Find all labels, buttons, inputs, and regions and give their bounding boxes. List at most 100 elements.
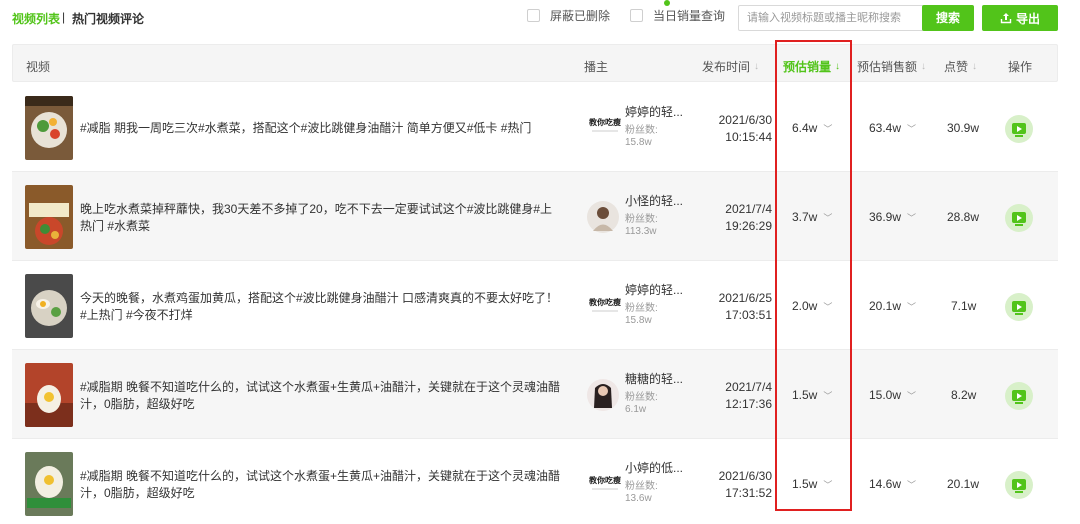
tab-hot-comments[interactable]: 热门视频评论: [72, 10, 144, 27]
chevron-down-icon[interactable]: ﹀: [823, 478, 832, 491]
author-name[interactable]: 小怪的轻...: [625, 192, 683, 209]
sort-arrow-icon[interactable]: ↓: [921, 61, 926, 72]
video-thumbnail[interactable]: [25, 363, 73, 427]
est-revenue-value: 15.0w: [869, 388, 902, 402]
export-button[interactable]: 导出: [982, 5, 1058, 31]
author-name[interactable]: 婷婷的轻...: [625, 103, 683, 120]
est-revenue[interactable]: 63.4w ﹀: [869, 121, 916, 135]
upload-icon: [1000, 13, 1012, 24]
likes-value: 7.1w: [951, 299, 977, 313]
tab-separator: |: [62, 10, 66, 24]
author-name[interactable]: 小婷的低...: [625, 459, 683, 476]
chevron-down-icon[interactable]: ﹀: [907, 300, 916, 313]
col-video: 视频: [26, 60, 51, 74]
search-button[interactable]: 搜索: [922, 5, 974, 31]
publish-date-day: 2021/7/4: [725, 380, 772, 394]
daily-sales-label: 当日销量查询: [653, 9, 726, 23]
fans-count: 15.8w: [625, 137, 652, 148]
chevron-down-icon[interactable]: ﹀: [823, 389, 832, 402]
fans-label: 粉丝数:: [625, 303, 658, 314]
col-est-revenue[interactable]: 预估销售额 ↓: [857, 58, 926, 75]
sort-arrow-icon[interactable]: ↓: [972, 61, 977, 72]
table-row[interactable]: #减脂期 晚餐不知道吃什么的，试试这个水煮蛋+生黄瓜+油醋汁，关键就在于这个灵魂…: [12, 350, 1058, 439]
est-sales-value: 2.0w: [792, 299, 818, 313]
chevron-down-icon[interactable]: ﹀: [823, 122, 832, 135]
author-logo: 教你吃瘦: [586, 109, 624, 143]
checkbox-box[interactable]: [630, 9, 643, 22]
publish-date-day: 2021/6/25: [718, 291, 772, 305]
est-sales[interactable]: 1.5w ﹀: [792, 388, 832, 402]
chevron-down-icon[interactable]: ﹀: [823, 211, 832, 224]
author-logo: 教你吃瘦: [586, 467, 624, 501]
chevron-down-icon[interactable]: ﹀: [907, 211, 916, 224]
likes-value: 8.2w: [951, 388, 977, 402]
col-author: 播主: [584, 60, 609, 74]
est-revenue[interactable]: 20.1w ﹀: [869, 299, 916, 313]
est-revenue[interactable]: 36.9w ﹀: [869, 210, 916, 224]
sort-arrow-icon[interactable]: ↓: [835, 61, 840, 72]
publish-date-time: 17:31:52: [725, 486, 772, 500]
video-thumbnail[interactable]: [25, 185, 73, 249]
search-input[interactable]: 请输入视频标题或播主昵称搜索: [738, 5, 924, 31]
hide-deleted-checkbox[interactable]: 屏蔽已删除: [527, 7, 610, 24]
author-logo-text: 教你吃瘦: [588, 117, 621, 127]
video-thumbnail[interactable]: [25, 96, 73, 160]
col-publish-time-label: 发布时间: [702, 60, 751, 74]
daily-sales-checkbox[interactable]: 当日销量查询: [630, 7, 725, 24]
publish-date-time: 10:15:44: [725, 130, 772, 144]
chevron-down-icon[interactable]: ﹀: [907, 389, 916, 402]
fans-count: 13.6w: [625, 493, 652, 504]
publish-date: 2021/6/25 17:03:51: [696, 290, 772, 324]
fans-count: 6.1w: [625, 404, 647, 415]
fans-label: 粉丝数:: [625, 125, 658, 136]
est-sales[interactable]: 1.5w ﹀: [792, 477, 832, 491]
video-thumbnail[interactable]: [25, 452, 73, 516]
chevron-down-icon[interactable]: ﹀: [823, 300, 832, 313]
table-row[interactable]: #减脂 期我一周吃三次#水煮菜，搭配这个#波比跳健身油醋汁 简单方便又#低卡 #…: [12, 83, 1058, 172]
col-publish-time[interactable]: 发布时间 ↓: [702, 58, 759, 75]
est-sales[interactable]: 2.0w ﹀: [792, 299, 832, 313]
est-revenue[interactable]: 14.6w ﹀: [869, 477, 916, 491]
video-title[interactable]: #减脂期 晚餐不知道吃什么的，试试这个水煮蛋+生黄瓜+油醋汁，关键就在于这个灵魂…: [80, 379, 562, 413]
publish-date-time: 19:26:29: [725, 219, 772, 233]
author-name[interactable]: 糖糖的轻...: [625, 370, 683, 387]
est-sales[interactable]: 3.7w ﹀: [792, 210, 832, 224]
tab-video-list[interactable]: 视频列表: [12, 10, 60, 27]
chevron-down-icon[interactable]: ﹀: [907, 122, 916, 135]
est-sales[interactable]: 6.4w ﹀: [792, 121, 832, 135]
author-logo-text: 教你吃瘦: [588, 297, 621, 307]
video-thumbnail[interactable]: [25, 274, 73, 338]
col-est-sales[interactable]: 预估销量 ↓: [783, 58, 840, 75]
video-title[interactable]: #减脂期 晚餐不知道吃什么的，试试这个水煮蛋+生黄瓜+油醋汁，关键就在于这个灵魂…: [80, 468, 562, 502]
est-revenue-value: 20.1w: [869, 299, 902, 313]
fans-label: 粉丝数:: [625, 481, 658, 492]
table-row[interactable]: 晚上吃水煮菜掉秤蘼快，我30天差不多掉了20，吃不下去一定要试试这个#波比跳健身…: [12, 172, 1058, 261]
sort-arrow-icon[interactable]: ↓: [754, 61, 759, 72]
est-revenue-value: 14.6w: [869, 477, 902, 491]
col-likes[interactable]: 点赞 ↓: [944, 58, 977, 75]
chevron-down-icon[interactable]: ﹀: [907, 478, 916, 491]
est-sales-value: 3.7w: [792, 210, 818, 224]
video-title[interactable]: 晚上吃水煮菜掉秤蘼快，我30天差不多掉了20，吃不下去一定要试试这个#波比跳健身…: [80, 201, 562, 235]
notification-dot: [664, 0, 670, 6]
play-video-icon[interactable]: [1005, 382, 1033, 410]
est-sales-value: 6.4w: [792, 121, 818, 135]
table-row[interactable]: 今天的晚餐，水煮鸡蛋加黄瓜，搭配这个#波比跳健身油醋汁 口感清爽真的不要太好吃了…: [12, 261, 1058, 350]
play-video-icon[interactable]: [1005, 115, 1033, 143]
est-revenue[interactable]: 15.0w ﹀: [869, 388, 916, 402]
table-header: 视频 播主 发布时间 ↓ 预估销量 ↓ 预估销售额 ↓ 点赞 ↓ 操作: [12, 44, 1058, 82]
author-logo: 教你吃瘦: [586, 289, 624, 323]
publish-date-time: 12:17:36: [725, 397, 772, 411]
likes-value: 20.1w: [947, 477, 980, 491]
play-video-icon[interactable]: [1005, 293, 1033, 321]
est-revenue-value: 36.9w: [869, 210, 902, 224]
play-video-icon[interactable]: [1005, 471, 1033, 499]
video-title[interactable]: 今天的晚餐，水煮鸡蛋加黄瓜，搭配这个#波比跳健身油醋汁 口感清爽真的不要太好吃了…: [80, 290, 562, 324]
table-row[interactable]: #减脂期 晚餐不知道吃什么的，试试这个水煮蛋+生黄瓜+油醋汁，关键就在于这个灵魂…: [12, 439, 1058, 524]
play-video-icon[interactable]: [1005, 204, 1033, 232]
video-title[interactable]: #减脂 期我一周吃三次#水煮菜，搭配这个#波比跳健身油醋汁 简单方便又#低卡 #…: [80, 120, 562, 137]
checkbox-box[interactable]: [527, 9, 540, 22]
author-name[interactable]: 婷婷的轻...: [625, 281, 683, 298]
export-label: 导出: [1015, 11, 1040, 26]
col-action: 操作: [1008, 60, 1033, 74]
